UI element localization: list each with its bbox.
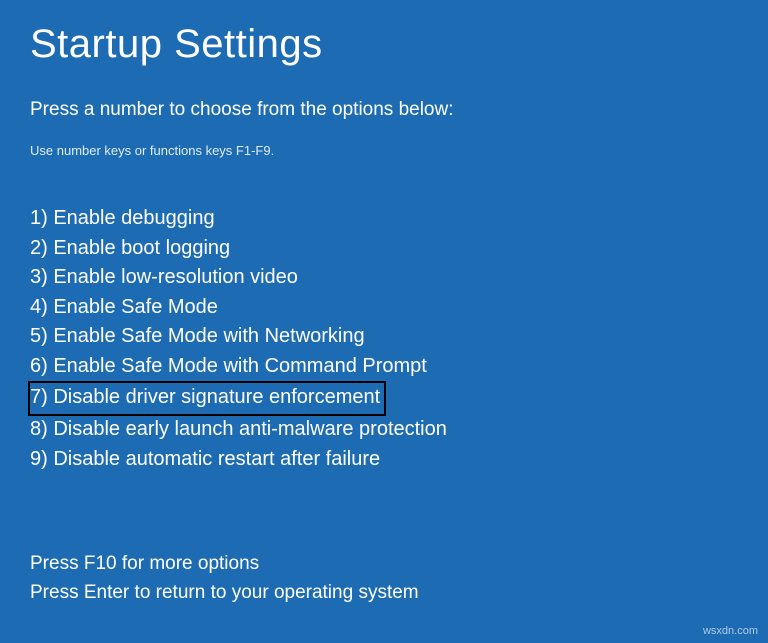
startup-option-2[interactable]: 2) Enable boot logging: [30, 234, 230, 264]
startup-option-3[interactable]: 3) Enable low-resolution video: [30, 263, 298, 293]
startup-option-7[interactable]: 7) Disable driver signature enforcement: [28, 381, 386, 417]
keys-hint: Use number keys or functions keys F1-F9.: [30, 143, 738, 158]
startup-option-4[interactable]: 4) Enable Safe Mode: [30, 293, 218, 323]
more-options-hint: Press F10 for more options: [30, 550, 419, 579]
watermark: wsxdn.com: [703, 625, 758, 637]
startup-option-8[interactable]: 8) Disable early launch anti-malware pro…: [30, 415, 447, 445]
footer-instructions: Press F10 for more options Press Enter t…: [30, 550, 419, 607]
instruction-subtitle: Press a number to choose from the option…: [30, 99, 738, 121]
startup-options-list: 1) Enable debugging2) Enable boot loggin…: [30, 204, 738, 474]
page-title: Startup Settings: [30, 22, 738, 67]
startup-option-5[interactable]: 5) Enable Safe Mode with Networking: [30, 322, 365, 352]
startup-option-6[interactable]: 6) Enable Safe Mode with Command Prompt: [30, 352, 427, 382]
return-os-hint: Press Enter to return to your operating …: [30, 579, 419, 608]
startup-option-9[interactable]: 9) Disable automatic restart after failu…: [30, 445, 380, 475]
startup-option-1[interactable]: 1) Enable debugging: [30, 204, 215, 234]
